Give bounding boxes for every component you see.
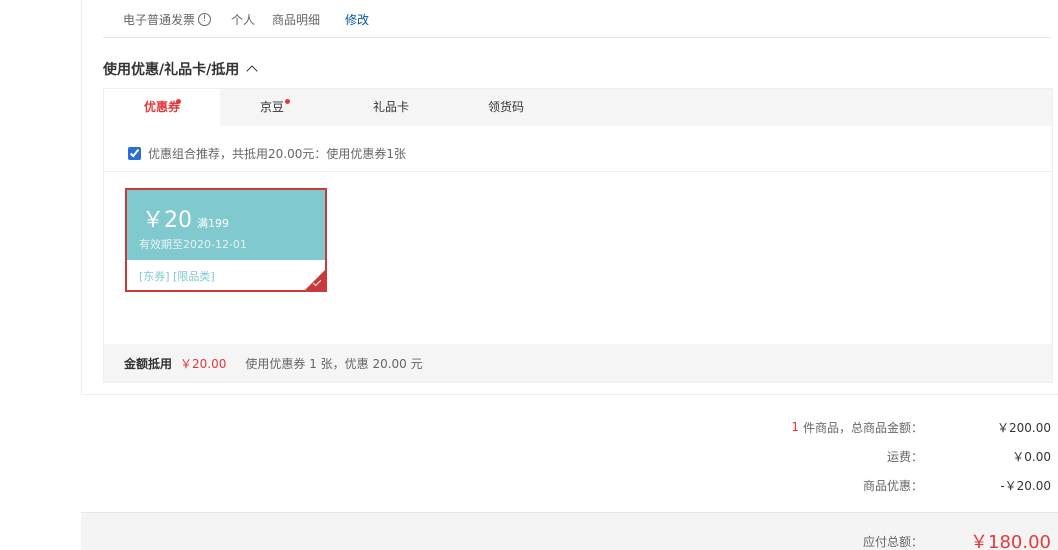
- section-divider: [103, 37, 1051, 38]
- items-value: ￥200.00: [997, 420, 1051, 435]
- total-bar: 应付总额： ￥180.00: [81, 512, 1058, 550]
- tab-pickup-code[interactable]: 领货码: [448, 89, 564, 126]
- total-value: ￥180.00: [970, 532, 1051, 550]
- recommend-checkbox[interactable]: [128, 147, 141, 160]
- coupon-condition: 满199: [197, 217, 229, 230]
- tab-giftcard[interactable]: 礼品卡: [333, 89, 449, 126]
- tab-jingdou-label: 京豆: [259, 100, 284, 114]
- deduct-desc: 使用优惠券 1 张，优惠 20.00 元: [245, 356, 423, 371]
- coupon-tags: [东券] [限品类]: [139, 270, 215, 283]
- summary-items-row: 1 件商品，总商品金额： ￥200.00: [791, 419, 1051, 435]
- tab-pickup-code-label: 领货码: [487, 100, 524, 114]
- invoice-content: 商品明细: [272, 12, 321, 27]
- discount-value: -￥20.00: [1000, 478, 1051, 493]
- invoice-type-label: 电子普通发票: [123, 12, 196, 27]
- tab-jingdou-dot: [285, 99, 290, 104]
- coupon-amount: ￥20: [142, 208, 192, 233]
- summary-discount-row: 商品优惠： -￥20.00: [863, 477, 1051, 493]
- recommend-row[interactable]: 优惠组合推荐，共抵用20.00元：使用优惠券1张: [128, 145, 406, 162]
- shipping-label: 运费：: [886, 449, 923, 464]
- tab-coupon-dot: [176, 99, 181, 104]
- invoice-title: 个人: [231, 12, 256, 27]
- total-label: 应付总额：: [862, 535, 923, 549]
- tab-jingdou[interactable]: 京豆: [214, 89, 330, 126]
- tab-giftcard-label: 礼品卡: [372, 100, 409, 114]
- summary-shipping-row: 运费： ￥0.00: [887, 448, 1051, 464]
- deduct-amount: ￥20.00: [180, 356, 227, 371]
- tab-coupon[interactable]: 优惠券: [104, 89, 220, 127]
- discount-section-toggle[interactable]: 使用优惠/礼品卡/抵用: [103, 59, 258, 79]
- box-divider: [104, 171, 1052, 172]
- chevron-up-icon: [246, 65, 258, 77]
- discount-tabs-box: 优惠券 京豆 礼品卡 领货码 优惠组合推荐，共抵用20.00元：使用优惠券1张 …: [103, 88, 1053, 383]
- recommend-text: 优惠组合推荐，共抵用20.00元：使用优惠券1张: [148, 147, 406, 161]
- deduct-label: 金额抵用: [124, 356, 173, 371]
- items-label: 件商品，总商品金额：: [802, 420, 923, 435]
- info-icon[interactable]: !: [198, 12, 212, 26]
- item-count: 1: [791, 420, 799, 434]
- invoice-modify-link[interactable]: 修改: [345, 11, 369, 28]
- order-panel: 电子普通发票 ! 个人 商品明细 修改 使用优惠/礼品卡/抵用 优惠券 京豆 礼…: [81, 0, 1058, 395]
- discount-section-title: 使用优惠/礼品卡/抵用: [103, 62, 240, 78]
- coupon-top: ￥20 满199 有效期至2020-12-01: [127, 190, 325, 260]
- tab-coupon-label: 优惠券: [143, 100, 180, 114]
- shipping-value: ￥0.00: [1012, 449, 1051, 464]
- deduct-bar: 金额抵用 ￥20.00 使用优惠券 1 张，优惠 20.00 元: [104, 344, 1052, 382]
- invoice-row: 电子普通发票 ! 个人 商品明细 修改: [123, 10, 369, 28]
- invoice-type: 电子普通发票 !: [123, 11, 212, 28]
- tab-bar: 优惠券 京豆 礼品卡 领货码: [104, 89, 1052, 127]
- discount-label: 商品优惠：: [862, 478, 923, 493]
- coupon-expiry: 有效期至2020-12-01: [139, 238, 247, 251]
- coupon-card[interactable]: ￥20 满199 有效期至2020-12-01 [东券] [限品类]: [125, 188, 327, 292]
